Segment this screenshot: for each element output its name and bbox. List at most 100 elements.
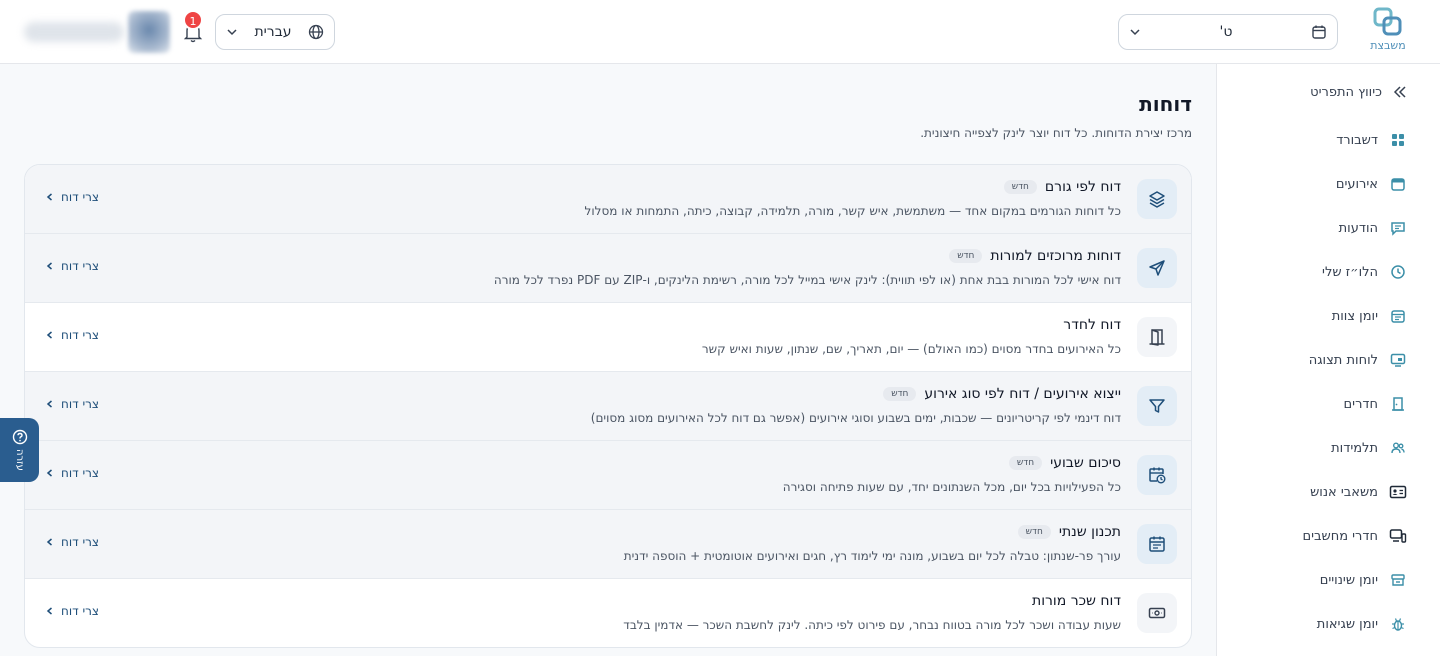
report-title-text: ייצוא אירועים / דוח לפי סוג אירוע [924, 386, 1121, 402]
report-row-by-entity[interactable]: דוח לפי גורם חדש כל דוחות הגורמים במקום … [25, 165, 1191, 234]
clock-icon [1388, 262, 1408, 282]
page-title: דוחות [1139, 92, 1192, 116]
computer-icon [1388, 526, 1408, 546]
report-description: דוח דינמי לפי קריטריונים — שכבות, ימים ב… [590, 411, 1121, 425]
sidebar-item-label: הלו״ז שלי [1322, 264, 1378, 280]
report-title-text: תכנון שנתי [1058, 524, 1121, 540]
report-title-text: דוח לפי גורם [1044, 179, 1121, 195]
report-description: דוח אישי לכל המורות בבת אחת (או לפי תווי… [493, 273, 1121, 287]
help-tab[interactable]: עזרה [0, 418, 39, 482]
sidebar-item-label: לוחות תצוגה [1308, 352, 1378, 368]
year-select[interactable]: ט' [1118, 14, 1338, 50]
top-header: משבצת ט' עברית 1 [0, 0, 1440, 64]
create-report-button[interactable]: צרי דוח [45, 604, 99, 618]
chevron-left-icon [46, 469, 52, 477]
report-title-text: דוח לחדר [1063, 317, 1121, 333]
sidebar-item-label: חדרים [1343, 396, 1378, 412]
create-report-label: צרי דוח [61, 190, 100, 204]
sidebar-item-events[interactable]: אירועים [1336, 174, 1408, 194]
help-label: עזרה [14, 449, 25, 471]
sidebar-item-label: יומן שינויים [1319, 572, 1378, 588]
bug-icon [1388, 614, 1408, 634]
calendar-icon [1388, 174, 1408, 194]
sidebar-item-label: יומן שגיאות [1316, 616, 1378, 632]
report-description: כל האירועים בחדר מסוים (כמו האולם) — יום… [701, 342, 1121, 356]
create-report-button[interactable]: צרי דוח [45, 259, 99, 273]
report-row-room[interactable]: דוח לחדר כל האירועים בחדר מסוים (כמו האו… [25, 303, 1191, 372]
message-icon [1388, 218, 1408, 238]
users-icon [1388, 438, 1408, 458]
create-report-button[interactable]: צרי דוח [45, 535, 99, 549]
new-badge: חדש [949, 249, 983, 263]
calendar-clock-icon [1137, 455, 1177, 495]
chevrons-left-icon [1393, 86, 1406, 98]
send-icon [1137, 248, 1177, 288]
sidebar-item-display-boards[interactable]: לוחות תצוגה [1309, 350, 1408, 370]
team-calendar-icon [1388, 306, 1408, 326]
create-report-label: צרי דוח [61, 259, 100, 273]
collapse-menu-button[interactable]: כיווץ התפריט [1310, 84, 1408, 100]
changelog-icon [1388, 570, 1408, 590]
chevron-left-icon [46, 331, 52, 339]
sidebar-item-my-schedule[interactable]: הלו״ז שלי [1322, 262, 1408, 282]
id-card-icon [1388, 482, 1408, 502]
calendar-icon [1312, 25, 1326, 39]
report-title-text: סיכום שבועי [1050, 455, 1121, 471]
report-row-teachers-bulk[interactable]: דוחות מרוכזים למורות חדש דוח אישי לכל המ… [25, 234, 1191, 303]
reports-list: דוח לפי גורם חדש כל דוחות הגורמים במקום … [24, 164, 1192, 648]
dashboard-icon [1388, 130, 1408, 150]
report-title-text: דוח שכר מורות [1032, 593, 1121, 609]
monitor-icon [1388, 350, 1408, 370]
chevron-left-icon [46, 538, 52, 546]
report-row-teacher-salary[interactable]: דוח שכר מורות שעות עבודה ושכר לכל מורה ב… [25, 579, 1191, 647]
page-subtitle: מרכז יצירת הדוחות. כל דוח יוצר לינק לצפי… [920, 126, 1192, 140]
chevron-left-icon [46, 262, 52, 270]
report-title: דוחות מרוכזים למורות חדש [949, 248, 1121, 264]
sidebar-item-rooms[interactable]: חדרים [1344, 394, 1408, 414]
filter-icon [1137, 386, 1177, 426]
create-report-button[interactable]: צרי דוח [45, 190, 99, 204]
new-badge: חדש [1003, 180, 1037, 194]
chevron-left-icon [46, 400, 52, 408]
report-row-events-export[interactable]: ייצוא אירועים / דוח לפי סוג אירוע חדש דו… [25, 372, 1191, 441]
create-report-label: צרי דוח [61, 397, 100, 411]
report-row-annual-planning[interactable]: תכנון שנתי חדש עורך פר-שנתון: טבלה לכל י… [25, 510, 1191, 579]
sidebar-item-dashboard[interactable]: דשבורד [1336, 130, 1408, 150]
layers-icon [1137, 179, 1177, 219]
logo-text: משבצת [1370, 39, 1406, 52]
main-content: דוחות מרכז יצירת הדוחות. כל דוח יוצר לינ… [0, 64, 1216, 656]
sidebar-item-label: הודעות [1338, 220, 1378, 236]
avatar[interactable] [128, 11, 170, 53]
language-select[interactable]: עברית [215, 14, 335, 50]
door-icon [1388, 394, 1408, 414]
create-report-button[interactable]: צרי דוח [45, 397, 99, 411]
report-title: דוח לחדר [1063, 317, 1121, 333]
create-report-label: צרי דוח [61, 604, 100, 618]
notification-badge: 1 [183, 10, 203, 30]
report-description: כל הפעילויות בכל יום, מכל השנתונים יחד, … [782, 480, 1121, 494]
sidebar-item-changelog[interactable]: יומן שינויים [1320, 570, 1408, 590]
new-badge: חדש [1017, 525, 1051, 539]
create-report-button[interactable]: צרי דוח [45, 328, 99, 342]
collapse-menu-label: כיווץ התפריט [1310, 84, 1382, 100]
report-row-weekly-summary[interactable]: סיכום שבועי חדש כל הפעילויות בכל יום, מכ… [25, 441, 1191, 510]
create-report-label: צרי דוח [61, 466, 100, 480]
calendar-list-icon [1137, 524, 1177, 564]
sidebar-item-hr[interactable]: משאבי אנוש [1310, 482, 1408, 502]
chevron-left-icon [46, 193, 52, 201]
create-report-button[interactable]: צרי דוח [45, 466, 99, 480]
sidebar-item-error-log[interactable]: יומן שגיאות [1317, 614, 1408, 634]
chevron-left-icon [46, 607, 52, 615]
sidebar-item-messages[interactable]: הודעות [1339, 218, 1408, 238]
sidebar-item-label: אירועים [1335, 176, 1378, 192]
create-report-label: צרי דוח [61, 328, 100, 342]
chevron-down-icon [227, 29, 237, 36]
sidebar-item-label: תלמידות [1331, 440, 1378, 456]
door-open-icon [1137, 317, 1177, 357]
sidebar-item-team-calendar[interactable]: יומן צוות [1332, 306, 1408, 326]
sidebar-item-students[interactable]: תלמידות [1331, 438, 1408, 458]
app-logo[interactable]: משבצת [1366, 6, 1410, 54]
report-title: דוח שכר מורות [1032, 593, 1121, 609]
new-badge: חדש [1008, 456, 1043, 470]
sidebar-item-computer-rooms[interactable]: חדרי מחשבים [1302, 526, 1408, 546]
